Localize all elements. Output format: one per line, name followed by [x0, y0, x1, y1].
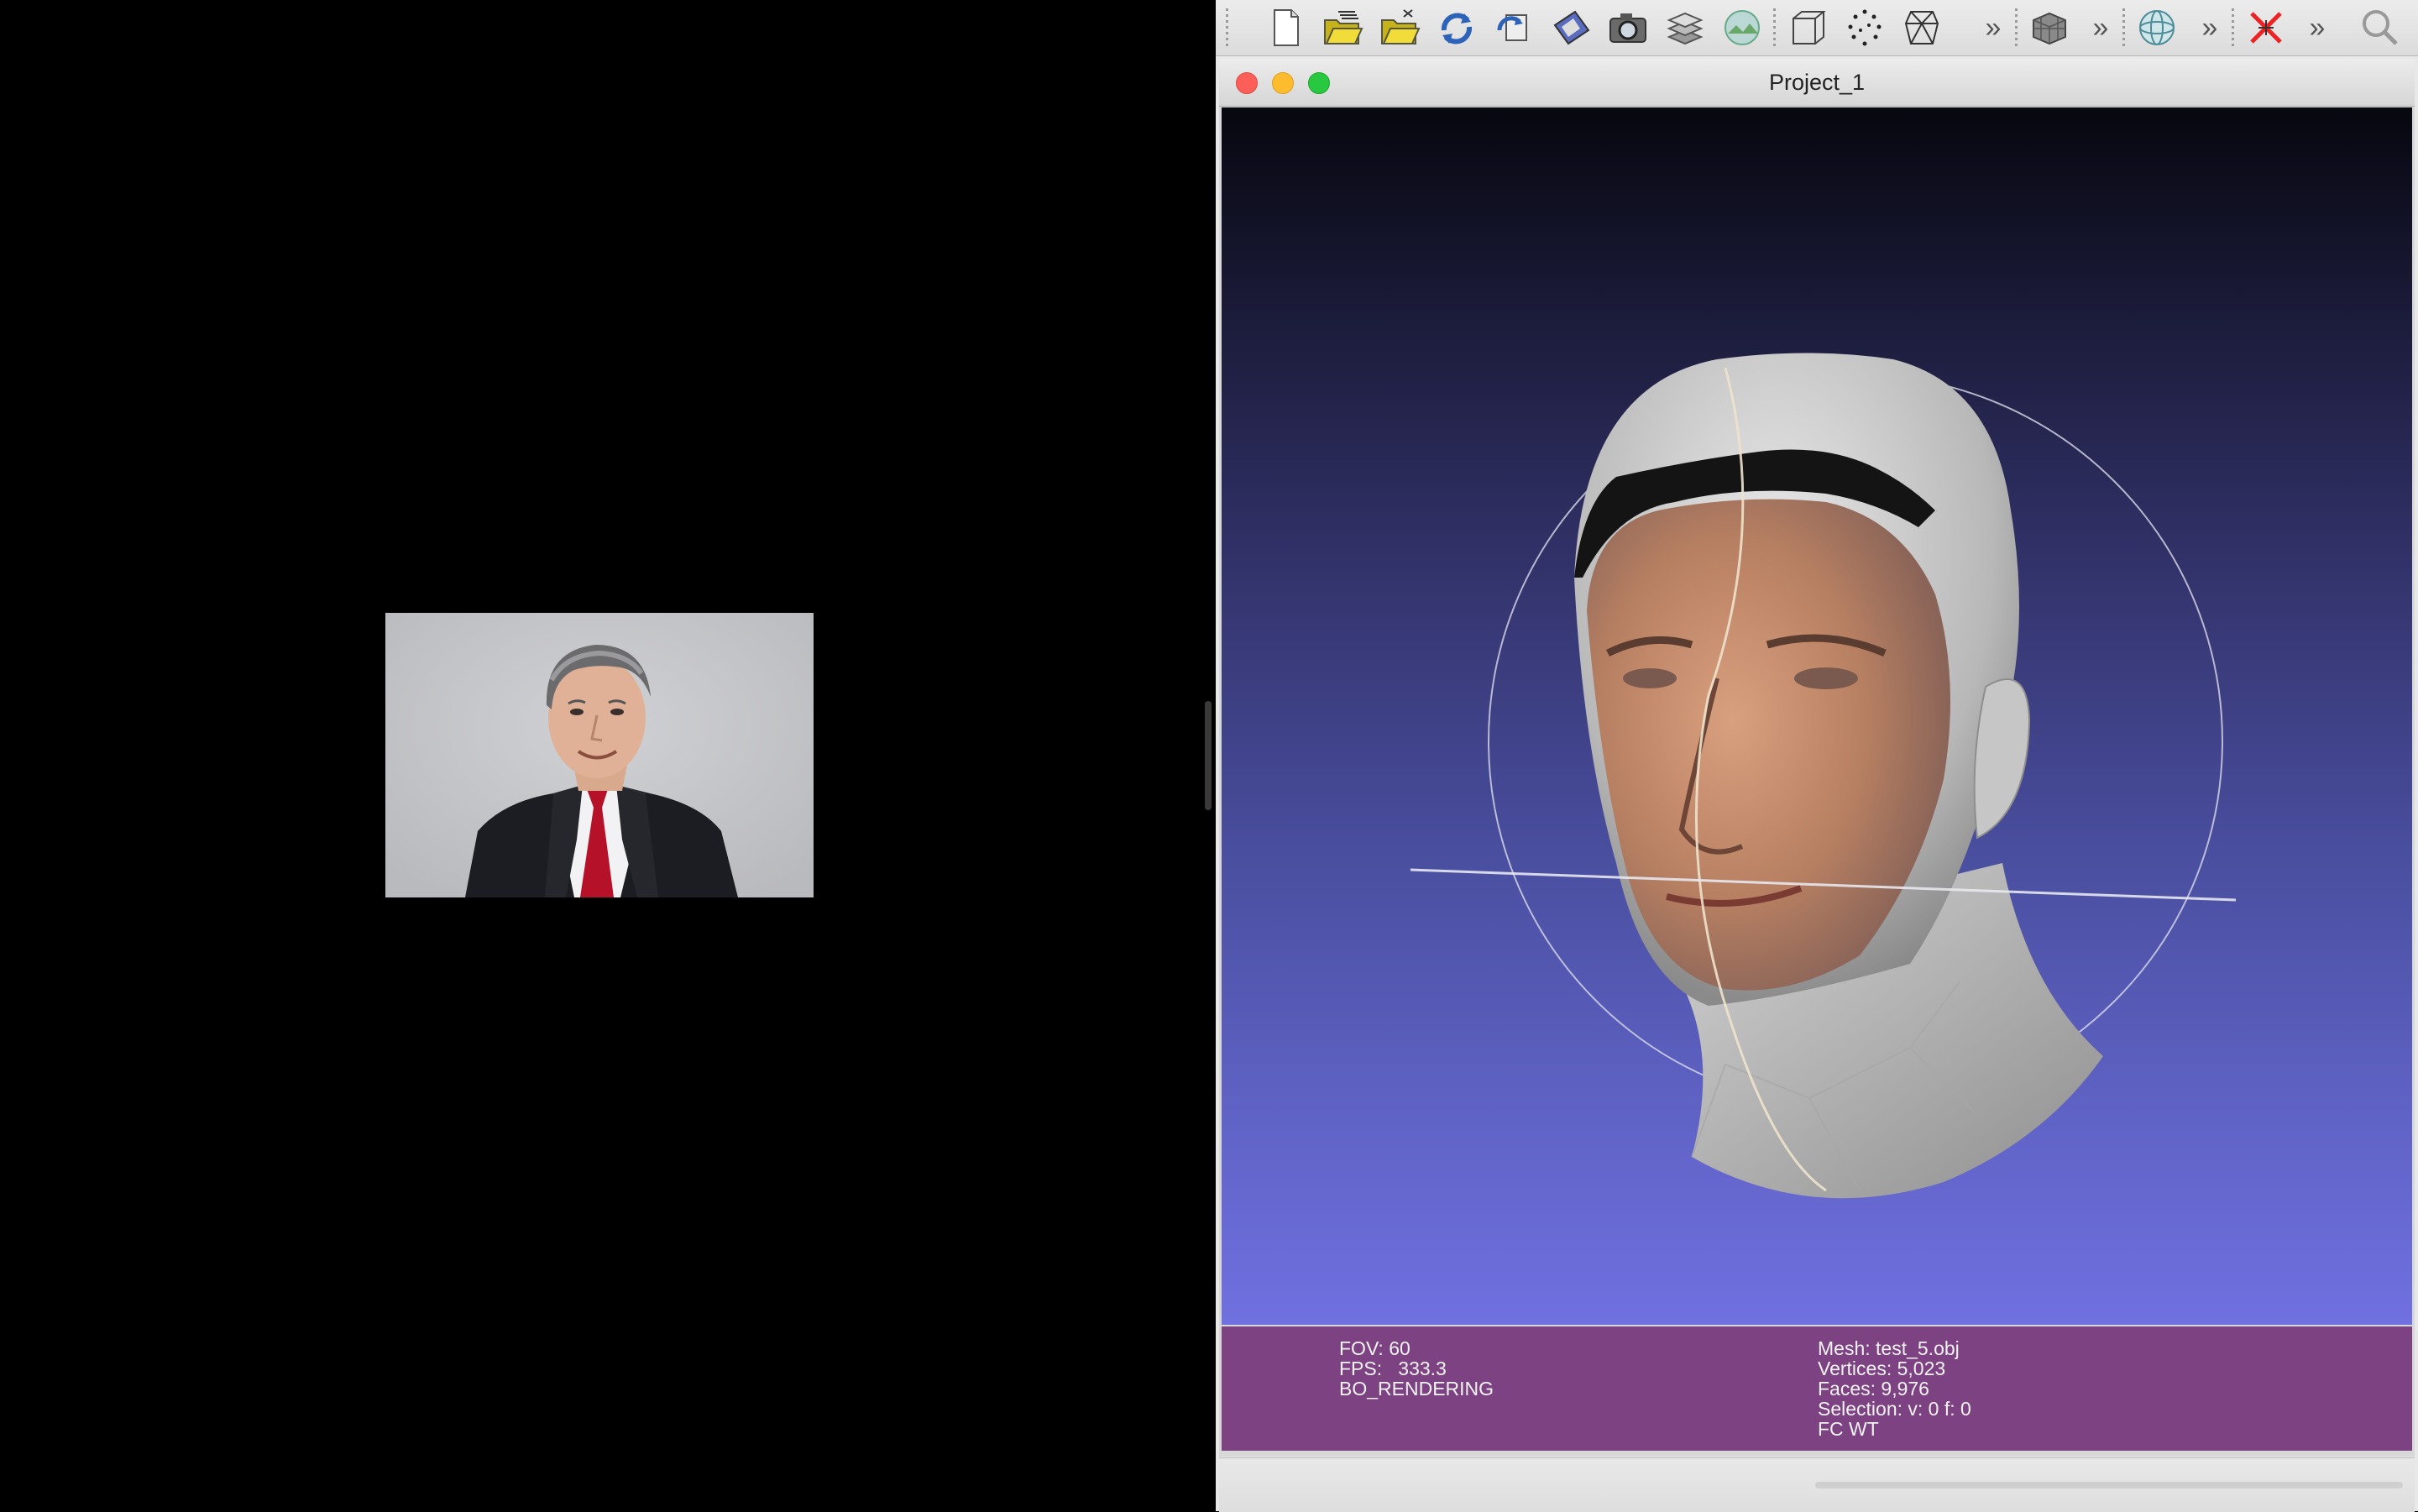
left-image-pane: [0, 0, 1216, 1511]
import-mesh-icon[interactable]: [1377, 5, 1422, 50]
render-mode-readout: BO_RENDERING: [1339, 1378, 1494, 1400]
reload-all-icon[interactable]: [1491, 5, 1536, 50]
flat-lines-icon[interactable]: [2027, 5, 2072, 50]
window-titlebar: Project_1: [1219, 59, 2415, 107]
vertices-readout: Vertices: 5,023: [1818, 1358, 1946, 1379]
toolbar-separator: [1773, 8, 1776, 47]
trackball-icon[interactable]: [2134, 5, 2180, 50]
render-info-panel: FOV: 60 FPS: 333.3 BO_RENDERING Mesh: te…: [1222, 1326, 2412, 1451]
shading-readout: FC WT: [1818, 1418, 1879, 1440]
head-mesh-render[interactable]: [1222, 107, 2412, 1325]
bounding-box-icon[interactable]: [1785, 5, 1830, 50]
raster-layers-icon[interactable]: [1719, 5, 1765, 50]
portrait-image: [385, 613, 814, 897]
search-icon[interactable]: [2358, 5, 2403, 50]
pane-splitter-handle[interactable]: [1205, 701, 1212, 810]
points-render-icon[interactable]: [1842, 5, 1887, 50]
toolbar-separator: [1226, 8, 1228, 47]
overflow-chevron-icon[interactable]: »: [2086, 8, 2116, 47]
3d-viewport[interactable]: [1222, 107, 2412, 1325]
open-project-icon[interactable]: [1320, 5, 1365, 50]
project-window: Project_1 FOV: 60 FPS: 333.3 BO_RENDERIN…: [1219, 59, 2415, 1457]
portrait-photo: [385, 613, 814, 897]
selection-readout: Selection: v: 0 f: 0: [1818, 1398, 1971, 1420]
save-icon[interactable]: [1548, 5, 1594, 50]
main-toolbar: » » » »: [1216, 0, 2418, 56]
toolbar-separator: [2232, 8, 2234, 47]
snapshot-camera-icon[interactable]: [1605, 5, 1651, 50]
horizontal-scrollbar[interactable]: [1815, 1482, 2403, 1488]
overflow-chevron-icon[interactable]: »: [1978, 8, 2008, 47]
faces-readout: Faces: 9,976: [1818, 1378, 1929, 1400]
reload-icon[interactable]: [1434, 5, 1479, 50]
fov-readout: FOV: 60: [1339, 1337, 1410, 1359]
toolbar-separator: [2122, 8, 2125, 47]
overflow-chevron-icon[interactable]: »: [2302, 8, 2332, 47]
new-project-icon[interactable]: [1263, 5, 1308, 50]
layers-icon[interactable]: [1662, 5, 1708, 50]
mesh-name-readout: Mesh: test_5.obj: [1818, 1337, 1960, 1359]
status-bar: [1219, 1457, 2415, 1512]
close-red-x-icon[interactable]: [2243, 5, 2289, 50]
window-title: Project_1: [1768, 70, 1866, 95]
wireframe-render-icon[interactable]: [1899, 5, 1944, 50]
toolbar-separator: [2015, 8, 2018, 47]
fps-readout: FPS: 333.3: [1339, 1358, 1447, 1379]
overflow-chevron-icon[interactable]: »: [2195, 8, 2225, 47]
